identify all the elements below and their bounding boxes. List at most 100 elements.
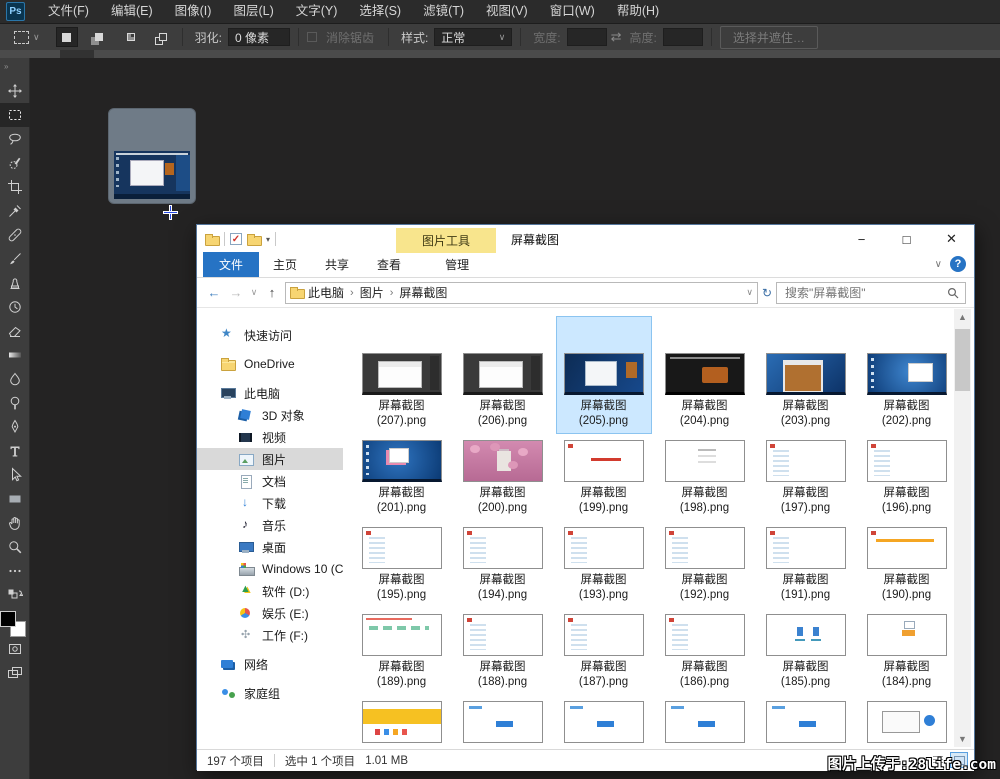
antialias-checkbox[interactable] — [307, 32, 317, 42]
breadcrumb-segment-1[interactable]: 图片 — [360, 284, 384, 301]
move-tool-icon[interactable] — [0, 79, 30, 103]
width-input[interactable] — [567, 28, 607, 46]
file-item-201png[interactable]: 屏幕截图(201).png — [354, 435, 450, 522]
help-icon[interactable]: ? — [950, 256, 966, 272]
explorer-titlebar[interactable]: ✓ ▾ 图片工具 屏幕截图 − □ ✕ — [197, 225, 974, 253]
file-item-row5-28[interactable] — [758, 696, 854, 749]
folder-icon[interactable] — [205, 234, 219, 245]
file-item-195png[interactable]: 屏幕截图(195).png — [354, 522, 450, 609]
new-folder-icon[interactable] — [247, 234, 261, 245]
scroll-up-icon[interactable]: ▲ — [954, 309, 971, 325]
file-item-row5-27[interactable] — [657, 696, 753, 749]
file-item-206png[interactable]: 屏幕截图(206).png — [455, 348, 551, 435]
tab-ribbon-1[interactable]: 主页 — [259, 252, 311, 277]
file-item-202png[interactable]: 屏幕截图(202).png — [859, 348, 955, 435]
file-item-198png[interactable]: 屏幕截图(198).png — [657, 435, 753, 522]
menu-item-7[interactable]: 视图(V) — [475, 0, 539, 23]
file-item-row5-24[interactable] — [354, 696, 450, 749]
dodge-tool-icon[interactable] — [0, 391, 30, 415]
minimize-button[interactable]: − — [839, 225, 884, 253]
file-item-row5-26[interactable] — [556, 696, 652, 749]
file-item-187png[interactable]: 屏幕截图(187).png — [556, 609, 652, 696]
file-item-197png[interactable]: 屏幕截图(197).png — [758, 435, 854, 522]
rectangular-marquee-tool-icon[interactable] — [0, 103, 30, 127]
vertical-scrollbar[interactable]: ▲ ▼ — [954, 309, 971, 747]
file-item-190png[interactable]: 屏幕截图(190).png — [859, 522, 955, 609]
ribbon-collapse-icon[interactable]: ∨ — [935, 259, 942, 270]
swap-colors-icon[interactable] — [0, 583, 30, 607]
sidebar-item-9[interactable]: 桌面 — [197, 536, 343, 558]
scroll-down-icon[interactable]: ▼ — [954, 731, 971, 747]
menu-item-3[interactable]: 图层(L) — [222, 0, 284, 23]
zoom-tool-icon[interactable] — [0, 535, 30, 559]
crop-tool-icon[interactable] — [0, 175, 30, 199]
file-item-189png[interactable]: 屏幕截图(189).png — [354, 609, 450, 696]
menu-item-6[interactable]: 滤镜(T) — [412, 0, 475, 23]
blur-tool-icon[interactable] — [0, 367, 30, 391]
back-button[interactable]: ← — [205, 285, 223, 300]
search-input[interactable] — [783, 285, 947, 301]
menu-item-1[interactable]: 编辑(E) — [100, 0, 164, 23]
sidebar-item-15[interactable]: 家庭组 — [197, 682, 343, 704]
search-box[interactable] — [776, 282, 966, 304]
sidebar-item-4[interactable]: 视频 — [197, 426, 343, 448]
intersect-selection-button[interactable] — [152, 27, 174, 47]
gradient-tool-icon[interactable] — [0, 343, 30, 367]
file-item-196png[interactable]: 屏幕截图(196).png — [859, 435, 955, 522]
breadcrumb[interactable]: 此电脑›图片›屏幕截图 — [308, 284, 447, 301]
sidebar-item-7[interactable]: 下载 — [197, 492, 343, 514]
sidebar-item-5[interactable]: 图片 — [197, 448, 343, 470]
type-tool-icon[interactable] — [0, 439, 30, 463]
history-brush-tool-icon[interactable] — [0, 295, 30, 319]
style-dropdown[interactable]: 正常∨ — [434, 28, 512, 46]
sidebar-item-11[interactable]: 软件 (D:) — [197, 580, 343, 602]
file-item-205png[interactable]: 屏幕截图(205).png — [556, 316, 652, 434]
subtract-selection-button[interactable] — [120, 27, 142, 47]
path-selection-tool-icon[interactable] — [0, 463, 30, 487]
quick-selection-tool-icon[interactable] — [0, 151, 30, 175]
sidebar-item-3[interactable]: 3D 对象 — [197, 404, 343, 426]
file-item-row5-25[interactable] — [455, 696, 551, 749]
tool-preset-picker[interactable]: ∨ — [14, 31, 40, 44]
swap-width-height-icon[interactable]: ⇄ — [611, 29, 622, 45]
menu-item-4[interactable]: 文字(Y) — [285, 0, 349, 23]
address-dropdown-icon[interactable]: ∨ — [746, 287, 753, 298]
file-item-192png[interactable]: 屏幕截图(192).png — [657, 522, 753, 609]
qat-dropdown-icon[interactable]: ▾ — [266, 235, 270, 244]
tab-ribbon-2[interactable]: 共享 — [311, 252, 363, 277]
tab-manage[interactable]: 管理 — [431, 252, 483, 277]
feather-input[interactable]: 0 像素 — [228, 28, 290, 46]
address-bar[interactable]: 此电脑›图片›屏幕截图 ∨ — [285, 282, 758, 304]
foreground-color-swatch[interactable] — [0, 611, 16, 627]
dragged-image-thumbnail[interactable] — [108, 108, 196, 204]
brush-tool-icon[interactable] — [0, 247, 30, 271]
screen-mode-icon[interactable] — [0, 661, 30, 685]
sidebar-item-12[interactable]: 娱乐 (E:) — [197, 602, 343, 624]
tab-ribbon-3[interactable]: 查看 — [363, 252, 415, 277]
new-selection-button[interactable] — [56, 27, 78, 47]
breadcrumb-segment-0[interactable]: 此电脑 — [308, 284, 344, 301]
scrollbar-thumb[interactable] — [955, 329, 970, 391]
file-item-194png[interactable]: 屏幕截图(194).png — [455, 522, 551, 609]
menu-item-5[interactable]: 选择(S) — [348, 0, 412, 23]
height-input[interactable] — [663, 28, 703, 46]
select-and-mask-button[interactable]: 选择并遮住… — [720, 26, 818, 49]
clone-stamp-tool-icon[interactable] — [0, 271, 30, 295]
menu-item-9[interactable]: 帮助(H) — [606, 0, 670, 23]
eyedropper-tool-icon[interactable] — [0, 199, 30, 223]
file-item-191png[interactable]: 屏幕截图(191).png — [758, 522, 854, 609]
add-selection-button[interactable] — [88, 27, 110, 47]
eraser-tool-icon[interactable] — [0, 319, 30, 343]
sidebar-item-6[interactable]: 文档 — [197, 470, 343, 492]
file-item-204png[interactable]: 屏幕截图(204).png — [657, 348, 753, 435]
collapse-panel-icon[interactable]: » — [4, 58, 9, 79]
sidebar-item-1[interactable]: OneDrive — [197, 353, 343, 375]
sidebar-item-10[interactable]: Windows 10 (C:) — [197, 558, 343, 580]
healing-brush-tool-icon[interactable] — [0, 223, 30, 247]
tab-file[interactable]: 文件 — [203, 252, 259, 277]
document-tab[interactable] — [60, 50, 94, 58]
properties-icon[interactable]: ✓ — [230, 233, 242, 245]
up-button[interactable]: ↑ — [263, 285, 281, 300]
menu-item-2[interactable]: 图像(I) — [164, 0, 223, 23]
file-item-193png[interactable]: 屏幕截图(193).png — [556, 522, 652, 609]
